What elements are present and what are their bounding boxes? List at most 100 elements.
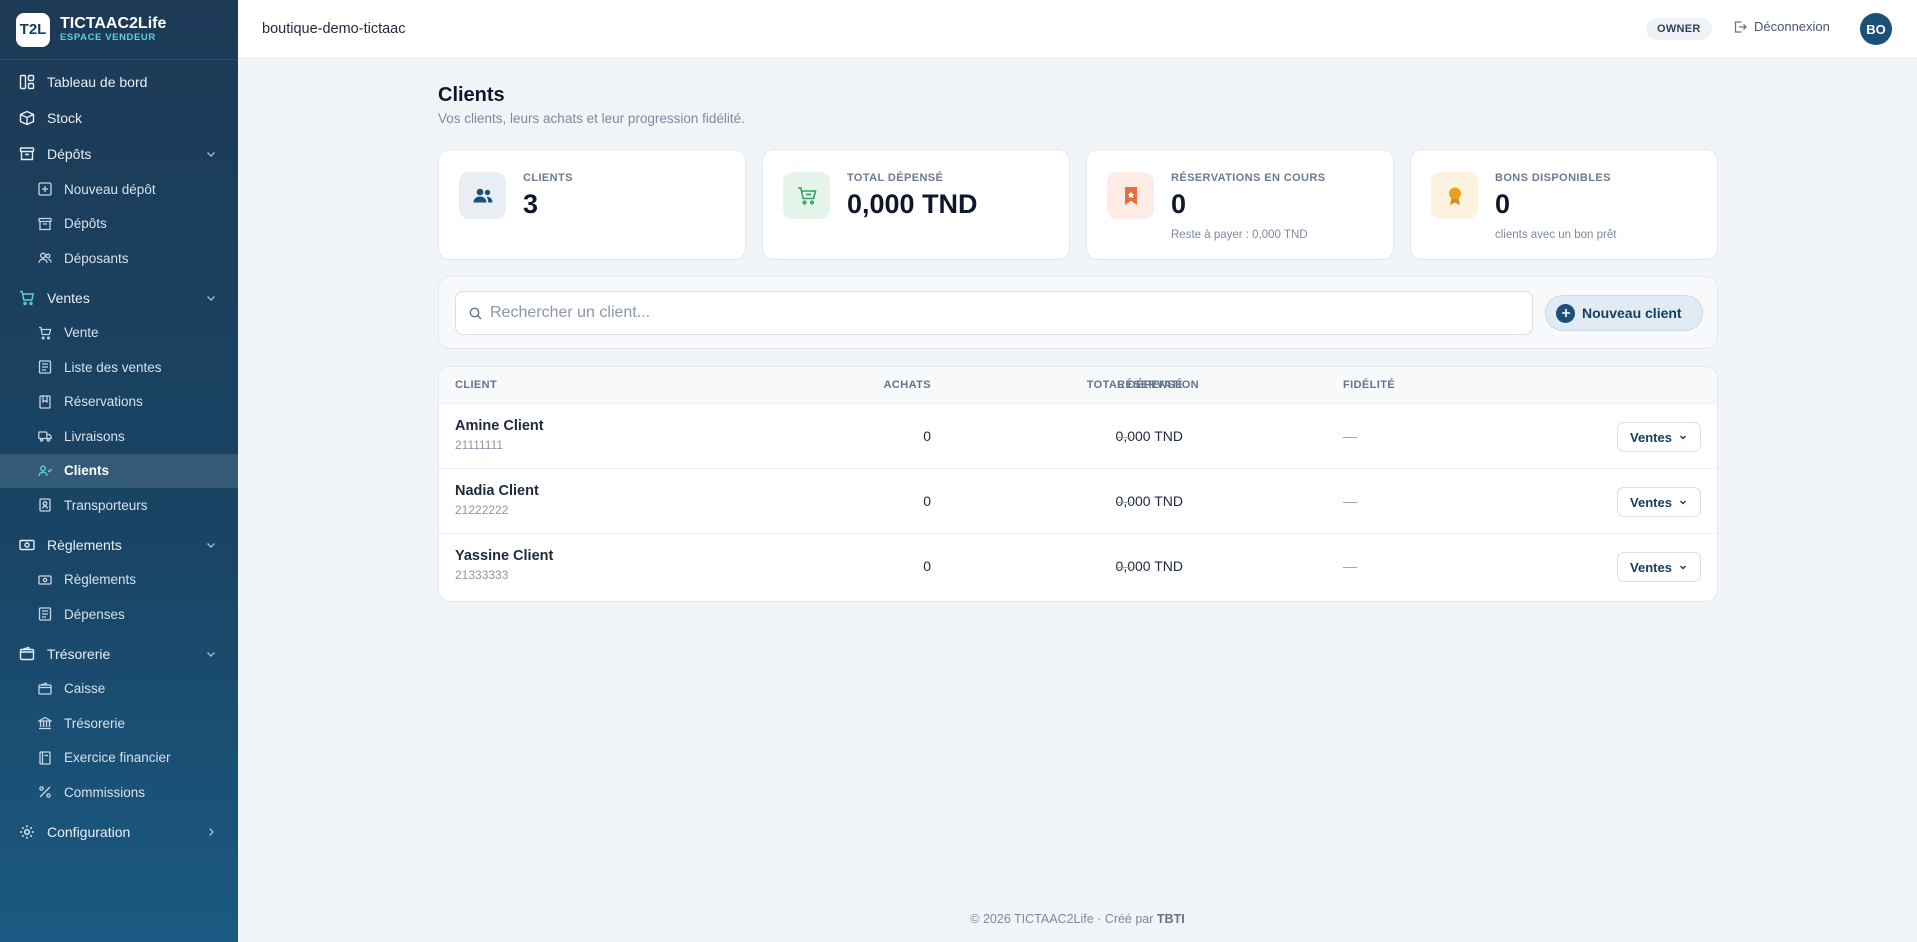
sidebar-item-reservations[interactable]: Réservations: [0, 385, 238, 420]
plus-icon: [1556, 303, 1575, 323]
chevron-down-icon: [1679, 500, 1686, 505]
sidebar-item-livraisons[interactable]: Livraisons: [0, 419, 238, 454]
sidebar-group-ventes[interactable]: Ventes: [0, 280, 238, 316]
sidebar-item-label: Exercice financier: [64, 750, 171, 766]
users-icon: [38, 464, 52, 478]
client-achats: 0: [923, 493, 931, 509]
footer: © 2026 TICTAAC2Life · Créé par TBTI: [238, 912, 1917, 926]
sidebar-group-label: Configuration: [47, 823, 131, 840]
stat-value: 0,000 TND: [847, 189, 978, 219]
avatar[interactable]: BO: [1860, 13, 1892, 45]
ventes-label: Ventes: [1630, 429, 1672, 445]
sidebar-item-liste-ventes[interactable]: Liste des ventes: [0, 350, 238, 385]
column-header-reservation[interactable]: RÉSERVATION: [1117, 379, 1199, 391]
search-box[interactable]: [455, 291, 1533, 335]
client-achats: 0: [923, 428, 931, 444]
sidebar-item-label: Dépenses: [64, 606, 125, 622]
logout-label: Déconnexion: [1754, 19, 1830, 34]
sidebar-item-label: Tableau de bord: [47, 74, 148, 90]
sidebar-item-label: Nouveau dépôt: [64, 181, 156, 197]
brand[interactable]: T2L TICTAAC2Life ESPACE VENDEUR: [0, 0, 238, 60]
client-name[interactable]: Amine Client: [455, 418, 544, 434]
sidebar-group-tresorerie[interactable]: Trésorerie: [0, 636, 238, 672]
sidebar-item-label: Clients: [64, 463, 110, 479]
sidebar-item-commissions[interactable]: Commissions: [0, 775, 238, 810]
client-name[interactable]: Yassine Client: [455, 548, 553, 564]
client-total: 0,000 TND: [1115, 558, 1183, 574]
new-client-button[interactable]: Nouveau client: [1545, 295, 1703, 331]
table-header: CLIENT ACHATS TOTAL DÉPENSÉ RÉSERVATION …: [439, 367, 1717, 404]
sidebar-item-depenses[interactable]: Dépenses: [0, 597, 238, 632]
table-row[interactable]: Yassine Client 21333333 0 0,000 TND — — …: [439, 534, 1717, 599]
wallet-icon: [19, 646, 35, 662]
sidebar-item-exercice-financier[interactable]: Exercice financier: [0, 741, 238, 776]
ledger-icon: [38, 751, 52, 765]
sidebar-group-label: Ventes: [47, 289, 90, 306]
client-reservation: —: [1117, 428, 1131, 444]
sidebar-item-deposants[interactable]: Déposants: [0, 241, 238, 276]
ventes-dropdown-button[interactable]: Ventes: [1617, 552, 1701, 582]
stat-value: 0: [1171, 189, 1187, 219]
footer-author-link[interactable]: TBTI: [1157, 912, 1185, 926]
sidebar-item-depots[interactable]: Dépôts: [0, 207, 238, 242]
cart-icon: [19, 290, 35, 306]
table-row[interactable]: Nadia Client 21222222 0 0,000 TND — — Ve…: [439, 469, 1717, 534]
sidebar-item-dashboard[interactable]: Tableau de bord: [0, 64, 238, 100]
stat-card-clients: CLIENTS 3: [438, 149, 746, 260]
new-client-label: Nouveau client: [1582, 305, 1682, 321]
bank-icon: [38, 716, 52, 730]
sidebar-item-tresorerie[interactable]: Trésorerie: [0, 706, 238, 741]
brand-subtitle: ESPACE VENDEUR: [60, 31, 156, 43]
page-title: Clients: [438, 84, 505, 106]
sidebar-item-label: Trésorerie: [64, 715, 126, 731]
banknote-icon: [19, 537, 35, 553]
sidebar-item-nouveau-depot[interactable]: Nouveau dépôt: [0, 172, 238, 207]
stat-note: Reste à payer : 0,000 TND: [1171, 229, 1308, 241]
client-fidelite: —: [1343, 493, 1357, 509]
logout-button[interactable]: Déconnexion: [1733, 19, 1830, 34]
dashboard-icon: [19, 74, 35, 90]
bookmark-icon: [1107, 172, 1154, 219]
archive-icon: [19, 146, 35, 162]
plus-square-icon: [38, 182, 52, 196]
sidebar-group-depots[interactable]: Dépôts: [0, 136, 238, 172]
column-header-client[interactable]: CLIENT: [455, 379, 497, 391]
column-header-fidelite[interactable]: FIDÉLITÉ: [1343, 379, 1395, 391]
sidebar-item-label: Transporteurs: [64, 497, 148, 513]
ventes-dropdown-button[interactable]: Ventes: [1617, 487, 1701, 517]
sidebar-item-clients[interactable]: Clients: [0, 453, 238, 488]
client-phone: 21222222: [455, 503, 509, 517]
search-input[interactable]: [490, 292, 1520, 334]
award-icon: [1431, 172, 1478, 219]
chevron-right-icon: [208, 827, 215, 836]
sidebar-item-stock[interactable]: Stock: [0, 100, 238, 136]
stat-label: BONS DISPONIBLES: [1495, 172, 1611, 184]
stat-card-bons: BONS DISPONIBLES 0 clients avec un bon p…: [1410, 149, 1718, 260]
sidebar-item-label: Caisse: [64, 681, 106, 697]
client-name[interactable]: Nadia Client: [455, 483, 539, 499]
sidebar-group-configuration[interactable]: Configuration: [0, 814, 238, 850]
chevron-down-icon: [206, 651, 216, 657]
client-fidelite: —: [1343, 558, 1357, 574]
chevron-down-icon: [206, 542, 216, 548]
cart-icon: [783, 172, 830, 219]
brand-logo: T2L: [16, 12, 50, 47]
sidebar-item-vente[interactable]: Vente: [0, 316, 238, 351]
sidebar: T2L TICTAAC2Life ESPACE VENDEUR Tableau …: [0, 0, 238, 942]
id-card-icon: [38, 498, 52, 512]
table-row[interactable]: Amine Client 21111111 0 0,000 TND — — Ve…: [439, 404, 1717, 469]
sidebar-group-reglements[interactable]: Règlements: [0, 527, 238, 563]
sidebar-group-label: Dépôts: [47, 146, 92, 162]
stat-card-total-depense: TOTAL DÉPENSÉ 0,000 TND: [762, 149, 1070, 260]
sidebar-item-reglements[interactable]: Règlements: [0, 563, 238, 598]
percent-icon: [38, 785, 52, 799]
receipt-icon: [38, 360, 52, 374]
users-icon: [459, 172, 506, 219]
client-total: 0,000 TND: [1115, 493, 1183, 509]
ventes-dropdown-button[interactable]: Ventes: [1617, 422, 1701, 452]
column-header-achats[interactable]: ACHATS: [781, 379, 931, 391]
cart-icon: [38, 326, 52, 340]
client-achats: 0: [923, 558, 931, 574]
sidebar-item-caisse[interactable]: Caisse: [0, 672, 238, 707]
sidebar-item-transporteurs[interactable]: Transporteurs: [0, 488, 238, 523]
